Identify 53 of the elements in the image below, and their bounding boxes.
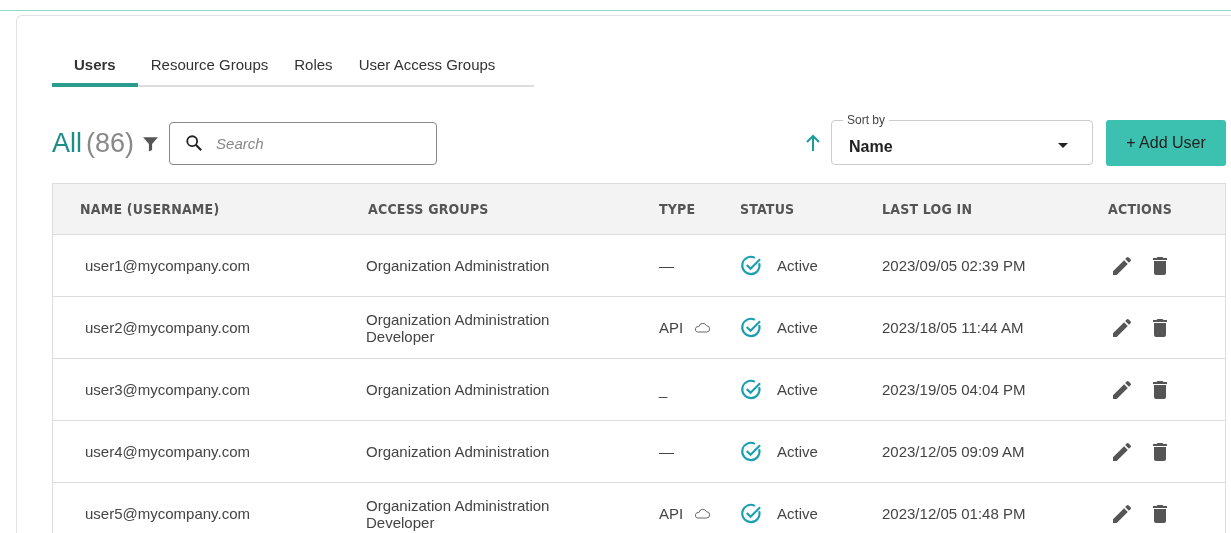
column-header: NAME (USERNAME) bbox=[79, 201, 221, 217]
tab[interactable]: User Access Groups bbox=[345, 50, 509, 87]
search-icon bbox=[185, 133, 204, 152]
last-log-in-cell-text: 2023/12/05 09:09 AM bbox=[882, 443, 1026, 460]
column-header: ACTIONS bbox=[1108, 201, 1173, 217]
username-cell-text: user3@mycompany.com bbox=[84, 381, 251, 398]
check-circle-icon bbox=[740, 378, 763, 401]
tab[interactable]: Roles bbox=[281, 50, 346, 87]
access-group: Organization Administration bbox=[366, 257, 659, 274]
tab[interactable]: Users bbox=[52, 50, 138, 87]
filter-label: All bbox=[52, 127, 82, 159]
column-header: STATUS bbox=[740, 201, 796, 217]
type-cell: _ bbox=[659, 381, 668, 398]
status-cell: Active bbox=[777, 505, 818, 522]
access-group: Organization Administration bbox=[366, 310, 659, 328]
tab[interactable]: Resource Groups bbox=[137, 50, 282, 87]
username-cell-text: user4@mycompany.com bbox=[84, 443, 251, 460]
last-log-in-cell-text: 2023/18/05 11:44 AM bbox=[882, 319, 1025, 336]
sort-label: Sort by bbox=[846, 113, 886, 127]
type-cell: — bbox=[659, 443, 674, 460]
type-cell: API bbox=[659, 319, 684, 336]
search-field[interactable]: Search bbox=[169, 121, 438, 165]
column-header: ACCESS GROUPS bbox=[367, 201, 490, 217]
check-circle-icon bbox=[740, 502, 763, 525]
check-circle-icon bbox=[740, 254, 763, 277]
last-log-in-cell-text: 2023/19/05 04:04 PM bbox=[882, 381, 1027, 398]
username-cell-text: user2@mycompany.com bbox=[84, 319, 251, 336]
access-group: Organization Administration bbox=[366, 381, 659, 398]
access-group: Developer bbox=[366, 327, 659, 345]
sort-value: Name bbox=[849, 136, 894, 156]
count: (86) bbox=[86, 127, 135, 159]
status-cell: Active bbox=[777, 381, 818, 398]
add-user-button[interactable]: + Add User bbox=[1106, 120, 1226, 166]
access-group: Developer bbox=[366, 513, 659, 531]
username-cell-text: user5@mycompany.com bbox=[84, 505, 251, 522]
type-cell: API bbox=[659, 505, 684, 522]
check-circle-icon bbox=[740, 316, 763, 339]
sort-dropdown[interactable]: Sort by Name bbox=[831, 113, 1093, 165]
column-header: LAST LOG IN bbox=[882, 201, 974, 217]
last-log-in-cell-text: 2023/12/05 01:48 PM bbox=[882, 505, 1027, 522]
filter-icon[interactable] bbox=[142, 134, 160, 152]
type-cell: — bbox=[659, 257, 674, 274]
username-cell-text: user1@mycompany.com bbox=[84, 257, 251, 274]
column-header: TYPE bbox=[659, 201, 697, 217]
caret-icon bbox=[1058, 142, 1068, 149]
access-group: Organization Administration bbox=[366, 496, 659, 514]
status-cell: Active bbox=[777, 319, 818, 336]
status-cell: Active bbox=[777, 443, 818, 460]
sort-ascending-icon[interactable] bbox=[805, 133, 821, 153]
status-cell: Active bbox=[777, 257, 818, 274]
check-circle-icon bbox=[740, 440, 763, 463]
access-group: Organization Administration bbox=[366, 443, 659, 460]
last-log-in-cell-text: 2023/09/05 02:39 PM bbox=[882, 257, 1027, 274]
